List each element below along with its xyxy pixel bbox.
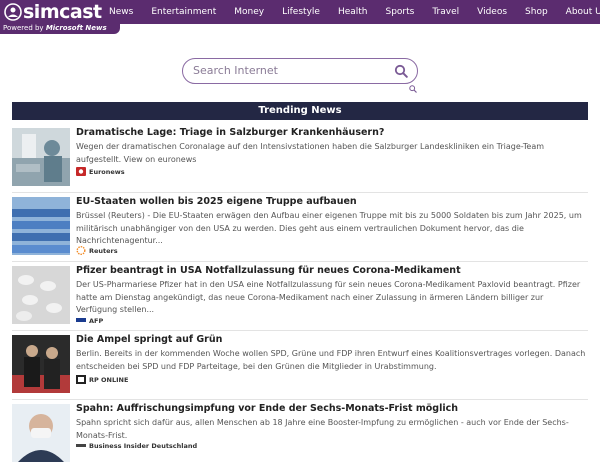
article-summary: Berlin. Bereits in der kommenden Woche w… xyxy=(76,349,586,371)
powered-by-text: Powered by xyxy=(3,24,44,32)
euronews-logo-icon xyxy=(76,167,86,176)
article-title[interactable]: Spahn: Auffrischungsimpfung vor Ende der… xyxy=(76,403,458,414)
business-insider-logo-icon xyxy=(76,444,86,447)
nav-videos[interactable]: Videos xyxy=(468,0,516,24)
reuters-logo-icon xyxy=(76,246,86,255)
rp-online-logo-icon xyxy=(76,375,86,384)
article-summary: Spahn spricht sich dafür aus, allen Mens… xyxy=(76,418,569,440)
powered-by-label: Powered by Microsoft News xyxy=(3,24,107,32)
zoom-icon[interactable] xyxy=(409,85,417,93)
article-source-name: AFP xyxy=(89,316,104,325)
article-title[interactable]: EU-Staaten wollen bis 2025 eigene Truppe… xyxy=(76,196,357,207)
afp-logo-icon xyxy=(76,318,86,322)
nav-about-us[interactable]: About Us xyxy=(557,0,600,24)
article-source: Business Insider Deutschland xyxy=(76,441,197,450)
article-source-name: RP ONLINE xyxy=(89,375,129,384)
search-box[interactable]: Search Internet xyxy=(182,58,418,84)
article-source-name: Euronews xyxy=(89,167,125,176)
article-source-name: Reuters xyxy=(89,246,118,255)
article-source: AFP xyxy=(76,316,103,325)
search-icon[interactable] xyxy=(394,64,408,78)
nav-lifestyle[interactable]: Lifestyle xyxy=(273,0,329,24)
list-item[interactable]: Spahn: Auffrischungsimpfung vor Ende der… xyxy=(12,400,588,469)
trending-news-header: Trending News xyxy=(12,102,588,120)
nav-shop[interactable]: Shop xyxy=(516,0,557,24)
nav-health[interactable]: Health xyxy=(329,0,377,24)
article-title[interactable]: Dramatische Lage: Triage in Salzburger K… xyxy=(76,127,384,138)
article-title[interactable]: Pfizer beantragt in USA Notfallzulassung… xyxy=(76,265,461,276)
article-thumbnail[interactable] xyxy=(12,335,70,393)
nav-money[interactable]: Money xyxy=(225,0,273,24)
list-item[interactable]: Dramatische Lage: Triage in Salzburger K… xyxy=(12,124,588,193)
nav-news[interactable]: News xyxy=(100,0,142,24)
nav-travel[interactable]: Travel xyxy=(423,0,468,24)
main-nav: News Entertainment Money Lifestyle Healt… xyxy=(100,0,600,24)
article-list: Dramatische Lage: Triage in Salzburger K… xyxy=(12,124,588,469)
list-item[interactable]: EU-Staaten wollen bis 2025 eigene Truppe… xyxy=(12,193,588,262)
article-source: Reuters xyxy=(76,246,118,255)
simcast-logo[interactable]: simcast xyxy=(4,1,102,23)
search-input[interactable]: Search Internet xyxy=(193,64,278,77)
simcast-logo-icon xyxy=(4,3,22,21)
article-source: Euronews xyxy=(76,167,125,176)
list-item[interactable]: Pfizer beantragt in USA Notfallzulassung… xyxy=(12,262,588,331)
article-source-name: Business Insider Deutschland xyxy=(89,441,198,450)
article-title[interactable]: Die Ampel springt auf Grün xyxy=(76,334,222,345)
article-summary: Brüssel (Reuters) - Die EU-Staaten erwäg… xyxy=(76,211,582,245)
article-source: RP ONLINE xyxy=(76,375,128,384)
article-thumbnail[interactable] xyxy=(12,128,70,186)
powered-by-brand: Microsoft News xyxy=(45,24,107,32)
article-summary: Wegen der dramatischen Coronalage auf de… xyxy=(76,142,545,164)
list-item[interactable]: Die Ampel springt auf Grün Berlin. Berei… xyxy=(12,331,588,400)
brand-name: simcast xyxy=(23,1,102,23)
nav-entertainment[interactable]: Entertainment xyxy=(142,0,225,24)
nav-sports[interactable]: Sports xyxy=(377,0,424,24)
article-thumbnail[interactable] xyxy=(12,266,70,324)
article-thumbnail[interactable] xyxy=(12,404,70,462)
article-thumbnail[interactable] xyxy=(12,197,70,255)
article-summary: Der US-Pharmariese Pfizer hat in den USA… xyxy=(76,280,581,314)
